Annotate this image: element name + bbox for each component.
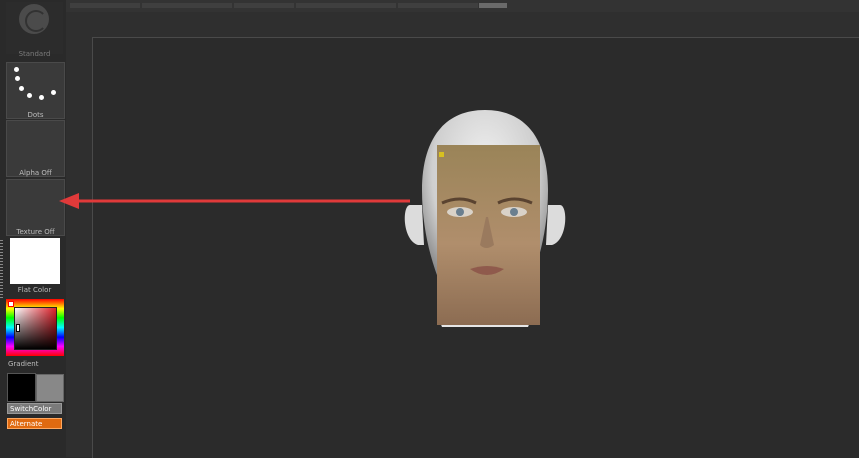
material-label: Flat Color (17, 286, 52, 294)
color-saturation-square[interactable] (14, 307, 57, 350)
shelf-edge-grip[interactable] (0, 240, 3, 300)
left-shelf: Standard Dots Alpha Off Texture Off Flat… (0, 0, 66, 457)
alpha-label: Alpha Off (19, 169, 52, 177)
head-model[interactable] (400, 105, 570, 330)
stroke-dot (19, 86, 24, 91)
alpha-tile[interactable]: Alpha Off (6, 120, 65, 177)
stroke-dot (39, 95, 44, 100)
texture-marker (439, 152, 444, 157)
material-tile[interactable]: Flat Color (6, 237, 63, 294)
arrow-head (59, 193, 79, 209)
right-ear (546, 205, 566, 245)
top-scroll-strip (66, 0, 859, 12)
top-strip-segment (296, 3, 396, 8)
left-iris (456, 208, 464, 216)
secondary-color-swatch[interactable] (36, 374, 64, 402)
brush-icon (19, 4, 49, 34)
material-swatch (10, 238, 60, 284)
picker-cursor[interactable] (16, 324, 20, 332)
switch-color-button[interactable]: SwitchColor (7, 403, 62, 414)
top-strip-segment (234, 3, 294, 8)
annotation-arrow (59, 193, 410, 209)
stroke-dot (27, 93, 32, 98)
top-strip-scroll-thumb[interactable] (479, 3, 507, 8)
texture-label: Texture Off (16, 228, 55, 236)
top-strip-segment (398, 3, 478, 8)
alternate-button[interactable]: Alternate (7, 418, 62, 429)
stroke-tile[interactable]: Dots (6, 62, 65, 119)
top-strip-segment (70, 3, 140, 8)
top-strip-segment (142, 3, 232, 8)
stroke-label: Dots (27, 111, 44, 119)
brush-label: Standard (18, 50, 51, 58)
stroke-dot (14, 67, 19, 72)
stroke-dot (15, 76, 20, 81)
zbrush-window: Standard Dots Alpha Off Texture Off Flat… (0, 0, 859, 458)
main-color-swatch[interactable] (7, 373, 36, 402)
color-picker-icon[interactable] (6, 299, 64, 356)
stroke-dot (51, 90, 56, 95)
right-iris (510, 208, 518, 216)
brush-tile[interactable]: Standard (6, 2, 63, 58)
gradient-label[interactable]: Gradient (8, 360, 38, 368)
